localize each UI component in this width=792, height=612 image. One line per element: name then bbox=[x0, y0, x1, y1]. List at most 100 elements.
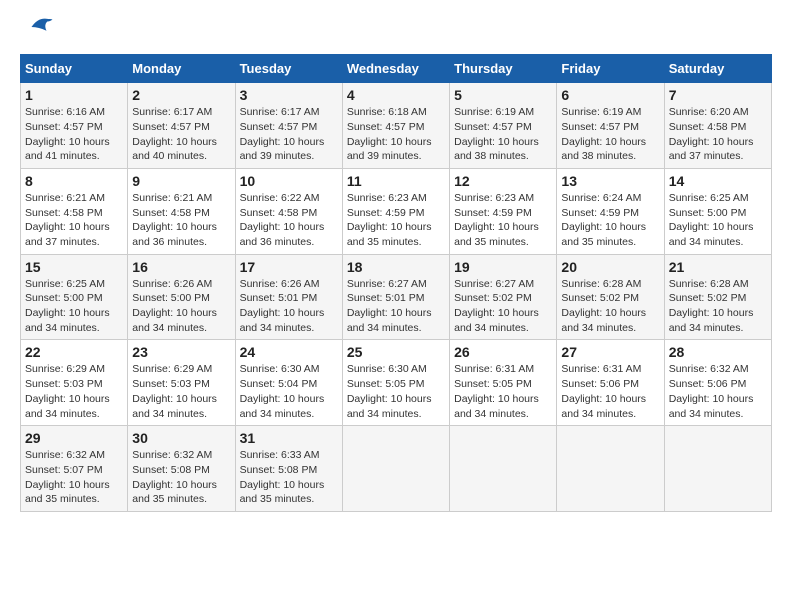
day-number: 4 bbox=[347, 87, 445, 103]
day-info: Sunrise: 6:28 AM Sunset: 5:02 PM Dayligh… bbox=[669, 277, 767, 336]
day-number: 25 bbox=[347, 344, 445, 360]
day-number: 8 bbox=[25, 173, 123, 189]
calendar-cell: 6 Sunrise: 6:19 AM Sunset: 4:57 PM Daylig… bbox=[557, 83, 664, 169]
calendar-cell: 3Sunrise: 6:17 AM Sunset: 4:57 PM Daylig… bbox=[235, 83, 342, 169]
day-info: Sunrise: 6:29 AM Sunset: 5:03 PM Dayligh… bbox=[25, 362, 123, 421]
day-number: 28 bbox=[669, 344, 767, 360]
calendar-cell: 13 Sunrise: 6:24 AM Sunset: 4:59 PM Dayli… bbox=[557, 168, 664, 254]
day-info: Sunrise: 6:18 AM Sunset: 4:57 PM Dayligh… bbox=[347, 105, 445, 164]
col-header-monday: Monday bbox=[128, 55, 235, 83]
day-number: 23 bbox=[132, 344, 230, 360]
day-number: 2 bbox=[132, 87, 230, 103]
day-number: 13 bbox=[561, 173, 659, 189]
day-number: 5 bbox=[454, 87, 552, 103]
page-header bbox=[20, 20, 772, 44]
col-header-thursday: Thursday bbox=[450, 55, 557, 83]
col-header-saturday: Saturday bbox=[664, 55, 771, 83]
calendar-cell: 21 Sunrise: 6:28 AM Sunset: 5:02 PM Dayli… bbox=[664, 254, 771, 340]
week-row-5: 29Sunrise: 6:32 AM Sunset: 5:07 PM Dayli… bbox=[21, 426, 772, 512]
calendar-cell: 20 Sunrise: 6:28 AM Sunset: 5:02 PM Dayli… bbox=[557, 254, 664, 340]
col-header-friday: Friday bbox=[557, 55, 664, 83]
day-info: Sunrise: 6:25 AM Sunset: 5:00 PM Dayligh… bbox=[669, 191, 767, 250]
col-header-wednesday: Wednesday bbox=[342, 55, 449, 83]
week-row-2: 8 Sunrise: 6:21 AM Sunset: 4:58 PM Daylig… bbox=[21, 168, 772, 254]
day-info: Sunrise: 6:30 AM Sunset: 5:04 PM Dayligh… bbox=[240, 362, 338, 421]
day-info: Sunrise: 6:29 AM Sunset: 5:03 PM Dayligh… bbox=[132, 362, 230, 421]
day-info: Sunrise: 6:21 AM Sunset: 4:58 PM Dayligh… bbox=[132, 191, 230, 250]
calendar-cell: 11Sunrise: 6:23 AM Sunset: 4:59 PM Dayli… bbox=[342, 168, 449, 254]
day-number: 12 bbox=[454, 173, 552, 189]
calendar-cell: 31 Sunrise: 6:33 AM Sunset: 5:08 PM Dayli… bbox=[235, 426, 342, 512]
calendar-cell: 29Sunrise: 6:32 AM Sunset: 5:07 PM Dayli… bbox=[21, 426, 128, 512]
day-info: Sunrise: 6:20 AM Sunset: 4:58 PM Dayligh… bbox=[669, 105, 767, 164]
calendar-cell bbox=[450, 426, 557, 512]
calendar-cell: 12 Sunrise: 6:23 AM Sunset: 4:59 PM Dayli… bbox=[450, 168, 557, 254]
calendar-cell: 4 Sunrise: 6:18 AM Sunset: 4:57 PM Daylig… bbox=[342, 83, 449, 169]
day-number: 19 bbox=[454, 259, 552, 275]
day-number: 7 bbox=[669, 87, 767, 103]
calendar-cell: 10 Sunrise: 6:22 AM Sunset: 4:58 PM Dayli… bbox=[235, 168, 342, 254]
week-row-4: 22 Sunrise: 6:29 AM Sunset: 5:03 PM Dayli… bbox=[21, 340, 772, 426]
day-info: Sunrise: 6:33 AM Sunset: 5:08 PM Dayligh… bbox=[240, 448, 338, 507]
calendar-cell bbox=[664, 426, 771, 512]
logo bbox=[20, 20, 54, 44]
day-info: Sunrise: 6:19 AM Sunset: 4:57 PM Dayligh… bbox=[454, 105, 552, 164]
day-info: Sunrise: 6:21 AM Sunset: 4:58 PM Dayligh… bbox=[25, 191, 123, 250]
header-row: SundayMondayTuesdayWednesdayThursdayFrid… bbox=[21, 55, 772, 83]
day-info: Sunrise: 6:31 AM Sunset: 5:06 PM Dayligh… bbox=[561, 362, 659, 421]
day-info: Sunrise: 6:27 AM Sunset: 5:01 PM Dayligh… bbox=[347, 277, 445, 336]
calendar-cell: 24 Sunrise: 6:30 AM Sunset: 5:04 PM Dayli… bbox=[235, 340, 342, 426]
day-info: Sunrise: 6:32 AM Sunset: 5:07 PM Dayligh… bbox=[25, 448, 123, 507]
day-info: Sunrise: 6:19 AM Sunset: 4:57 PM Dayligh… bbox=[561, 105, 659, 164]
day-info: Sunrise: 6:25 AM Sunset: 5:00 PM Dayligh… bbox=[25, 277, 123, 336]
day-number: 31 bbox=[240, 430, 338, 446]
day-number: 10 bbox=[240, 173, 338, 189]
day-number: 20 bbox=[561, 259, 659, 275]
day-info: Sunrise: 6:27 AM Sunset: 5:02 PM Dayligh… bbox=[454, 277, 552, 336]
calendar-cell: 28 Sunrise: 6:32 AM Sunset: 5:06 PM Dayli… bbox=[664, 340, 771, 426]
day-info: Sunrise: 6:17 AM Sunset: 4:57 PM Dayligh… bbox=[132, 105, 230, 164]
day-number: 9 bbox=[132, 173, 230, 189]
col-header-sunday: Sunday bbox=[21, 55, 128, 83]
day-number: 26 bbox=[454, 344, 552, 360]
calendar-cell: 25 Sunrise: 6:30 AM Sunset: 5:05 PM Dayli… bbox=[342, 340, 449, 426]
calendar-cell: 9 Sunrise: 6:21 AM Sunset: 4:58 PM Daylig… bbox=[128, 168, 235, 254]
day-number: 14 bbox=[669, 173, 767, 189]
day-info: Sunrise: 6:32 AM Sunset: 5:06 PM Dayligh… bbox=[669, 362, 767, 421]
logo-bird-icon bbox=[24, 12, 54, 42]
day-info: Sunrise: 6:26 AM Sunset: 5:00 PM Dayligh… bbox=[132, 277, 230, 336]
col-header-tuesday: Tuesday bbox=[235, 55, 342, 83]
day-number: 27 bbox=[561, 344, 659, 360]
calendar-cell: 15Sunrise: 6:25 AM Sunset: 5:00 PM Dayli… bbox=[21, 254, 128, 340]
day-info: Sunrise: 6:23 AM Sunset: 4:59 PM Dayligh… bbox=[454, 191, 552, 250]
calendar-cell bbox=[557, 426, 664, 512]
calendar-cell: 7 Sunrise: 6:20 AM Sunset: 4:58 PM Daylig… bbox=[664, 83, 771, 169]
day-number: 21 bbox=[669, 259, 767, 275]
calendar-cell: 14 Sunrise: 6:25 AM Sunset: 5:00 PM Dayli… bbox=[664, 168, 771, 254]
day-info: Sunrise: 6:22 AM Sunset: 4:58 PM Dayligh… bbox=[240, 191, 338, 250]
calendar-cell: 17 Sunrise: 6:26 AM Sunset: 5:01 PM Dayli… bbox=[235, 254, 342, 340]
calendar-cell: 2 Sunrise: 6:17 AM Sunset: 4:57 PM Daylig… bbox=[128, 83, 235, 169]
day-number: 6 bbox=[561, 87, 659, 103]
day-info: Sunrise: 6:32 AM Sunset: 5:08 PM Dayligh… bbox=[132, 448, 230, 507]
day-number: 24 bbox=[240, 344, 338, 360]
day-number: 11 bbox=[347, 173, 445, 189]
day-info: Sunrise: 6:26 AM Sunset: 5:01 PM Dayligh… bbox=[240, 277, 338, 336]
day-number: 16 bbox=[132, 259, 230, 275]
day-number: 17 bbox=[240, 259, 338, 275]
calendar-cell: 16 Sunrise: 6:26 AM Sunset: 5:00 PM Dayli… bbox=[128, 254, 235, 340]
calendar-cell: 22 Sunrise: 6:29 AM Sunset: 5:03 PM Dayli… bbox=[21, 340, 128, 426]
calendar-table: SundayMondayTuesdayWednesdayThursdayFrid… bbox=[20, 54, 772, 512]
day-info: Sunrise: 6:30 AM Sunset: 5:05 PM Dayligh… bbox=[347, 362, 445, 421]
calendar-cell: 18Sunrise: 6:27 AM Sunset: 5:01 PM Dayli… bbox=[342, 254, 449, 340]
calendar-cell: 26Sunrise: 6:31 AM Sunset: 5:05 PM Dayli… bbox=[450, 340, 557, 426]
day-info: Sunrise: 6:28 AM Sunset: 5:02 PM Dayligh… bbox=[561, 277, 659, 336]
day-number: 22 bbox=[25, 344, 123, 360]
day-number: 30 bbox=[132, 430, 230, 446]
calendar-cell: 30 Sunrise: 6:32 AM Sunset: 5:08 PM Dayli… bbox=[128, 426, 235, 512]
day-info: Sunrise: 6:24 AM Sunset: 4:59 PM Dayligh… bbox=[561, 191, 659, 250]
calendar-cell: 27 Sunrise: 6:31 AM Sunset: 5:06 PM Dayli… bbox=[557, 340, 664, 426]
calendar-cell: 5 Sunrise: 6:19 AM Sunset: 4:57 PM Daylig… bbox=[450, 83, 557, 169]
day-number: 1 bbox=[25, 87, 123, 103]
calendar-cell bbox=[342, 426, 449, 512]
